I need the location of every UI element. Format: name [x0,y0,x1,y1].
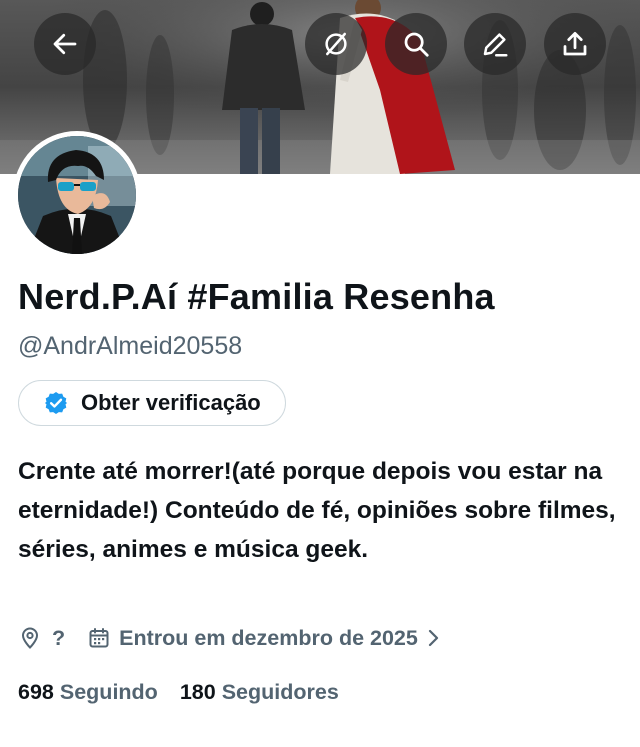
profile-meta: ? Entrou em dezembro de 2025 [18,622,442,654]
get-verified-label: Obter verificação [81,390,261,415]
followers-label: Seguidores [221,680,339,704]
calendar-icon [87,626,111,650]
share-button[interactable] [544,13,606,75]
follow-stats: 698 Seguindo 180 Seguidores [18,680,339,705]
search-button[interactable] [385,13,447,75]
user-handle: @AndrAlmeid20558 [18,332,243,360]
joined-date-link[interactable]: Entrou em dezembro de 2025 [87,626,442,651]
mute-icon [325,32,347,56]
following-link[interactable]: 698 Seguindo [18,680,158,705]
location-pin-icon [18,626,42,650]
avatar-image [18,136,136,254]
display-name: Nerd.P.Aí #Familia Resenha [18,276,495,317]
verified-badge-icon [43,390,69,416]
chevron-right-icon [426,627,442,649]
share-upload-icon [563,32,587,56]
edit-pencil-icon [483,33,508,57]
mute-button[interactable] [305,13,367,75]
location-text: ? [52,625,66,650]
profile-bio: Crente até morrer!(até porque depois vou… [18,458,616,563]
following-label: Seguindo [59,680,158,704]
followers-count: 180 [179,680,216,704]
arrow-left-icon [53,33,77,55]
search-icon [404,32,429,57]
followers-link[interactable]: 180 Seguidores [180,680,339,705]
edit-button[interactable] [464,13,526,75]
joined-date-text: Entrou em dezembro de 2025 [119,625,418,650]
back-button[interactable] [34,13,96,75]
avatar-frame[interactable] [13,131,141,259]
avatar[interactable] [18,136,136,254]
profile-page: Nerd.P.Aí #Familia Resenha @AndrAlmeid20… [0,0,640,747]
following-count: 698 [18,680,54,704]
get-verified-button[interactable]: Obter verificação [18,380,286,426]
